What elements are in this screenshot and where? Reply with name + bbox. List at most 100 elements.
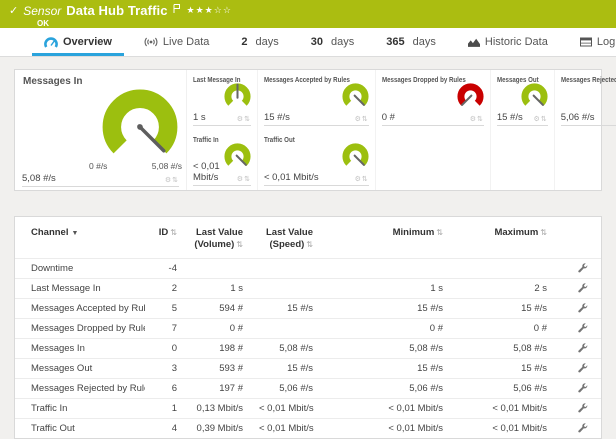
table-row[interactable]: Messages Rejected by Rules6197 #5,06 #/s…: [15, 378, 601, 398]
channel-table-panel: Channel▼ ID⇅ Last Value (Volume)⇅ Last V…: [14, 216, 602, 439]
wrench-icon: [577, 423, 588, 434]
sort-icon[interactable]: ⇅: [306, 240, 313, 249]
table-row[interactable]: Traffic Out40,39 Mbit/s< 0,01 Mbit/s< 0,…: [15, 418, 601, 438]
gauge-value: 5,08 #/s: [22, 173, 56, 184]
gauge-messages-out[interactable]: Messages Out 15 #/s ⚙⇅: [491, 70, 555, 130]
column-header-last-value-speed[interactable]: Last Value (Speed)⇅: [251, 222, 321, 258]
column-header-actions: [555, 222, 601, 258]
gauge-title: Messages Rejected by Rules: [561, 75, 616, 84]
cell-channel: Downtime: [15, 258, 145, 278]
gauge-scale-max: 5,08 #/s: [152, 161, 182, 171]
gauge-mini-icons[interactable]: ⚙⇅: [355, 115, 369, 123]
channel-settings-button[interactable]: [555, 378, 601, 398]
gauge-traffic-out[interactable]: Traffic Out < 0,01 Mbit/s ⚙⇅: [258, 130, 376, 190]
sort-icon[interactable]: ⇅: [436, 228, 443, 237]
sort-icon[interactable]: ⇅: [236, 240, 243, 249]
compare-mini-icon: ⇅: [362, 176, 369, 183]
gauge-dial: [456, 82, 485, 111]
channel-settings-button[interactable]: [555, 298, 601, 318]
gauge-cell-empty: [555, 130, 616, 190]
channel-settings-button[interactable]: [555, 398, 601, 418]
tab-number: 2: [241, 36, 247, 48]
column-header-last-value-volume[interactable]: Last Value (Volume)⇅: [185, 222, 251, 258]
gauge-value: 15 #/s: [497, 112, 523, 123]
object-kind-label: Sensor: [23, 4, 61, 18]
gear-mini-icon: ⚙: [355, 116, 362, 123]
gauge-dial: [341, 82, 370, 111]
cell-id: 7: [145, 318, 185, 338]
channel-settings-button[interactable]: [555, 338, 601, 358]
tab-label: Live Data: [163, 36, 209, 48]
gauge-mini-icons[interactable]: ⚙⇅: [355, 175, 369, 183]
gauge-messages-rejected[interactable]: Messages Rejected by Rules 5,06 #/s ⚙⇅: [555, 70, 616, 130]
wrench-icon: [577, 343, 588, 354]
tab-historic-data[interactable]: Historic Data: [452, 28, 564, 56]
column-header-minimum[interactable]: Minimum⇅: [321, 222, 451, 258]
cell-min: 5,06 #/s: [321, 378, 451, 398]
column-header-channel[interactable]: Channel▼: [15, 222, 145, 258]
tab-365-days[interactable]: 365days: [370, 28, 452, 56]
gauge-mini-icons[interactable]: ⚙⇅: [534, 115, 548, 123]
live-signal-icon: [144, 37, 158, 47]
gauge-mini-icons[interactable]: ⚙⇅: [165, 176, 179, 184]
compare-mini-icon: ⇅: [362, 116, 369, 123]
channel-settings-button[interactable]: [555, 318, 601, 338]
cell-speed: 15 #/s: [251, 358, 321, 378]
table-row[interactable]: Traffic In10,13 Mbit/s< 0,01 Mbit/s< 0,0…: [15, 398, 601, 418]
tab-number: 365: [386, 36, 404, 48]
gear-mini-icon: ⚙: [237, 116, 244, 123]
gauge-cell-empty: [491, 130, 555, 190]
table-row[interactable]: Messages In0198 #5,08 #/s5,08 #/s5,08 #/…: [15, 338, 601, 358]
gauge-messages-in[interactable]: Messages In 0 #/s 5,08 #/s 5,08 #/s ⚙⇅: [15, 70, 187, 190]
cell-min: 0 #: [321, 318, 451, 338]
gauge-mini-icons[interactable]: ⚙⇅: [237, 175, 251, 183]
sort-desc-icon[interactable]: ▼: [71, 230, 78, 237]
channel-settings-button[interactable]: [555, 278, 601, 298]
column-header-id[interactable]: ID⇅: [145, 222, 185, 258]
priority-stars[interactable]: ★★★☆☆: [187, 5, 232, 16]
flag-icon[interactable]: [173, 4, 180, 13]
table-row[interactable]: Messages Out3593 #15 #/s15 #/s15 #/s: [15, 358, 601, 378]
cell-channel: Last Message In: [15, 278, 145, 298]
cell-volume: 593 #: [185, 358, 251, 378]
sort-icon[interactable]: ⇅: [170, 228, 177, 237]
table-row[interactable]: Last Message In21 s1 s2 s: [15, 278, 601, 298]
tab-overview[interactable]: Overview: [28, 28, 128, 56]
cell-min: [321, 258, 451, 278]
tab-unit: days: [256, 36, 279, 48]
gauge-mini-icons[interactable]: ⚙⇅: [470, 115, 484, 123]
wrench-icon: [577, 283, 588, 294]
cell-id: -4: [145, 258, 185, 278]
gauge-title: Traffic Out: [264, 135, 350, 144]
table-row[interactable]: Messages Accepted by Rules5594 #15 #/s15…: [15, 298, 601, 318]
column-header-maximum[interactable]: Maximum⇅: [451, 222, 555, 258]
channel-settings-button[interactable]: [555, 358, 601, 378]
page-title: Data Hub Traffic: [66, 3, 167, 18]
sort-icon[interactable]: ⇅: [540, 228, 547, 237]
channel-settings-button[interactable]: [555, 258, 601, 278]
gauge-last-message-in[interactable]: Last Message In 1 s ⚙⇅: [187, 70, 258, 130]
tab-log[interactable]: Log: [564, 28, 616, 56]
column-label: Maximum: [494, 227, 538, 238]
gauge-value: 0 #: [382, 112, 395, 123]
gauge-traffic-in[interactable]: Traffic In < 0,01 Mbit/s ⚙⇅: [187, 130, 258, 190]
historic-chart-icon: [468, 37, 480, 47]
gauge-dial: [341, 142, 370, 171]
gauge-messages-accepted[interactable]: Messages Accepted by Rules 15 #/s ⚙⇅: [258, 70, 376, 130]
cell-volume: 1 s: [185, 278, 251, 298]
gauge-messages-dropped[interactable]: Messages Dropped by Rules 0 # ⚙⇅: [376, 70, 491, 130]
tab-30-days[interactable]: 30days: [295, 28, 371, 56]
tab-label: Log: [597, 36, 615, 48]
tab-live-data[interactable]: Live Data: [128, 28, 225, 56]
cell-speed: 5,08 #/s: [251, 338, 321, 358]
cell-volume: 0,13 Mbit/s: [185, 398, 251, 418]
gauge-mini-icons[interactable]: ⚙⇅: [237, 115, 251, 123]
sensor-header: ✓ Sensor Data Hub Traffic ★★★☆☆ OK: [0, 0, 616, 28]
table-row[interactable]: Messages Dropped by Rules70 #0 #0 #: [15, 318, 601, 338]
cell-max: < 0,01 Mbit/s: [451, 398, 555, 418]
channel-settings-button[interactable]: [555, 418, 601, 438]
table-row[interactable]: Downtime-4: [15, 258, 601, 278]
tab-2-days[interactable]: 2 days: [225, 28, 294, 56]
compare-mini-icon: ⇅: [172, 177, 179, 184]
cell-max: 15 #/s: [451, 358, 555, 378]
